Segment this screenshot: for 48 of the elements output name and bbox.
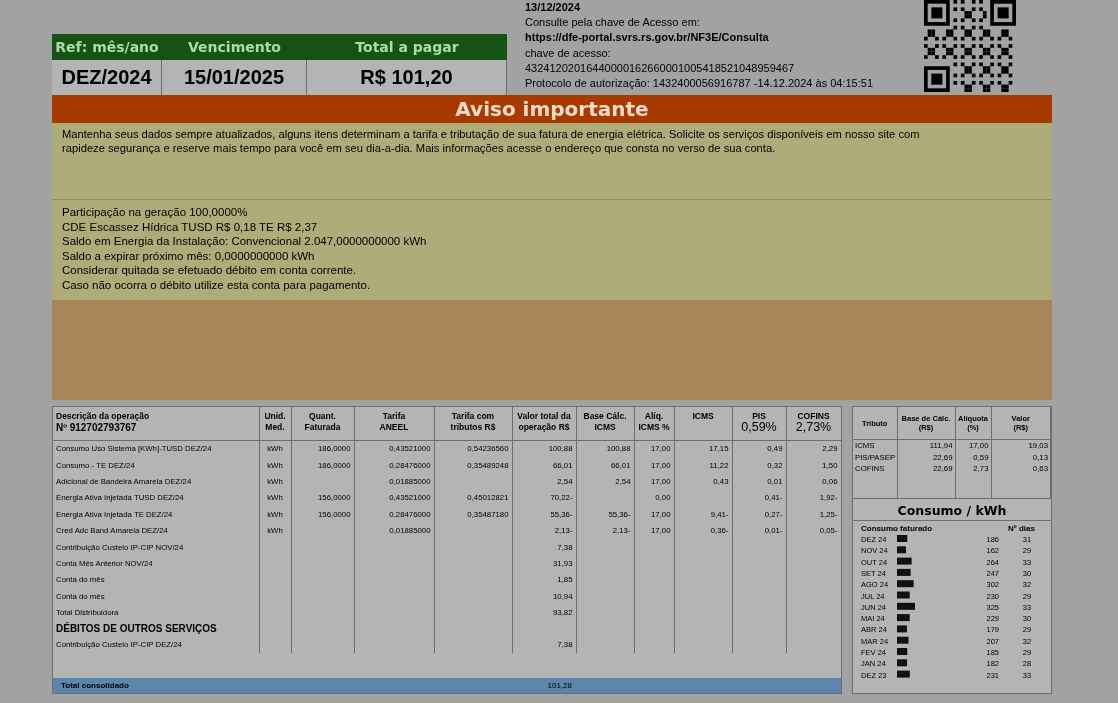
column-header: Quant. Faturada [291, 407, 354, 440]
consumption-bar [897, 546, 906, 554]
column-header: Tarifa com tributos R$ [434, 407, 512, 440]
consumption-bar [897, 614, 910, 622]
consumption-bar [897, 670, 910, 678]
consult-link[interactable]: https://dfe-portal.svrs.rs.gov.br/NF3E/Consulta [525, 30, 915, 46]
consumption-bar [897, 591, 910, 599]
column-header: COFINS 2,73% [786, 407, 841, 440]
consumption-bar [897, 648, 908, 655]
consumption-bar [897, 659, 908, 667]
notice-detail: Saldo em Energia da Instalação: Convencional 2.047,0000000000 kWh [62, 234, 428, 249]
issue-date: 13/12/2024 [525, 0, 582, 15]
notice-detail: CDE Escassez Hídrica TUSD R$ 0,18 TE R$ 2,37 [62, 219, 319, 235]
consumption-label: Consumo faturado [861, 524, 933, 533]
consumption-bar [897, 580, 914, 588]
total-label: Total consolidado [60, 681, 130, 690]
consumption-bar [897, 602, 915, 610]
notice-title: Aviso importante [52, 95, 1052, 123]
consumption-bar [897, 625, 907, 633]
consumption-bar [897, 557, 912, 565]
column-header: Tarifa ANEEL [354, 407, 434, 440]
days-label: Nº dias [1008, 524, 1035, 533]
column-header: Alíq. ICMS % [634, 407, 674, 440]
notice-detail: Participação na geração 100,0000% [62, 205, 249, 220]
total-value: 101,28 [546, 681, 573, 690]
notice-detail: Caso não ocorra o débito utilize esta conta para pagamento. [62, 277, 372, 293]
column-header: Base Cálc. ICMS [576, 407, 634, 440]
consumption-bar [897, 568, 911, 576]
summary-heading: Ref: mês/ano [54, 39, 160, 55]
section-heading: DÉBITOS DE OUTROS SERVIÇOS [53, 620, 259, 637]
notice-detail: Considerar quitada se efetuado débito em conta corrente. [62, 263, 358, 278]
qr-code-icon [924, 0, 1016, 92]
authorization-protocol: Protocolo de autorização: 1432400056916787 -14.12.2024 às 04:15:51 [525, 76, 874, 91]
consumption-bar [897, 636, 909, 644]
consumption-bar [897, 535, 908, 542]
notice-detail: Saldo a expirar próximo mês: 0,0000000000 kWh [62, 248, 316, 264]
column-header: PIS 0,59% [732, 407, 786, 440]
consult-label: Consulte pela chave de Acesso em: [525, 15, 701, 31]
access-key: 43241202016440000162660001005418521048959467 [525, 60, 915, 76]
column-header: Valor total da operação R$ [512, 407, 576, 440]
consumption-title: Consumo / kWh [853, 499, 1051, 521]
summary-heading: Vencimento [187, 39, 282, 55]
column-header: ICMS [674, 407, 732, 440]
column-header: Unid. Med. [259, 407, 291, 440]
key-label: chave de acesso: [525, 45, 612, 61]
summary-heading: Total a pagar [354, 39, 460, 55]
column-header: Descrição da operação Nº 912702793767 [53, 407, 259, 440]
notice-message: Mantenha seus dados sempre atualizados, alguns itens determinam a tarifa e tributação de sua fatura de energia elétrica. Solicite os serviços disponíveis em nosso site com rapideze segurança e reserve mais tempo para você em seu dia-a-dia. Mais informações acesse o endereço que consta no verso de sua conta. [52, 123, 1052, 200]
